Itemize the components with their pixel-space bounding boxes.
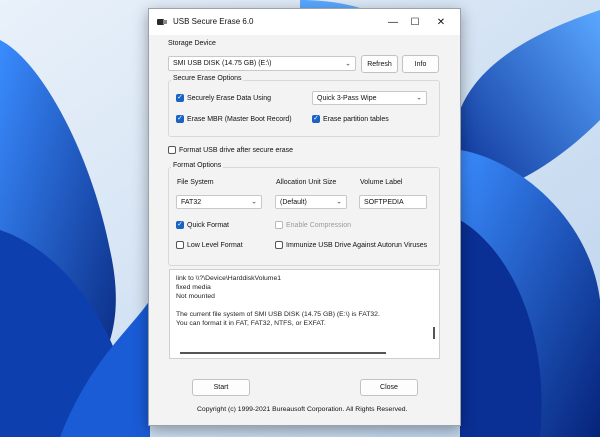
storage-device-value: SMI USB DISK (14.75 GB) (E:\): [173, 60, 272, 67]
erase-mbr-label: Erase MBR (Master Boot Record): [187, 115, 292, 123]
allocation-unit-size-select[interactable]: (Default) ⌄: [275, 195, 347, 209]
enable-compression-checkbox[interactable]: Enable Compression: [275, 221, 351, 229]
immunize-usb-label: Immunize USB Drive Against Autorun Virus…: [286, 241, 428, 249]
secure-erase-options-label: Secure Erase Options: [171, 75, 244, 82]
log-line: The current file system of SMI USB DISK …: [176, 311, 380, 318]
chevron-down-icon: ⌄: [345, 60, 351, 68]
checkbox-box: [275, 241, 283, 249]
file-system-select[interactable]: FAT32 ⌄: [176, 195, 262, 209]
chevron-down-icon: ⌄: [416, 94, 422, 102]
format-options-label: Format Options: [171, 162, 224, 169]
checkmark-icon: ✓: [176, 115, 184, 123]
vertical-scrollbar[interactable]: [433, 327, 435, 339]
checkmark-icon: ✓: [176, 94, 184, 102]
checkmark-icon: ✓: [312, 115, 320, 123]
erase-partition-tables-label: Erase partition tables: [323, 115, 389, 123]
immunize-usb-checkbox[interactable]: Immunize USB Drive Against Autorun Virus…: [275, 241, 427, 249]
format-after-erase-checkbox[interactable]: Format USB drive after secure erase: [168, 146, 293, 154]
low-level-format-checkbox[interactable]: Low Level Format: [176, 241, 243, 249]
checkmark-icon: ✓: [176, 221, 184, 229]
file-system-value: FAT32: [181, 198, 202, 206]
secure-erase-options-group: [168, 80, 440, 137]
chevron-down-icon: ⌄: [336, 198, 342, 206]
close-button[interactable]: Close: [360, 379, 418, 396]
securely-erase-label: Securely Erase Data Using: [187, 94, 272, 102]
erase-method-value: Quick 3-Pass Wipe: [317, 94, 377, 102]
log-output[interactable]: link to \\?\Device\HarddiskVolume1 fixed…: [169, 269, 440, 359]
erase-method-select[interactable]: Quick 3-Pass Wipe ⌄: [312, 91, 427, 105]
file-system-label: File System: [177, 179, 214, 186]
quick-format-label: Quick Format: [187, 221, 230, 229]
horizontal-scrollbar[interactable]: [180, 352, 386, 354]
refresh-button[interactable]: Refresh: [361, 55, 398, 73]
maximize-button[interactable]: ☐: [404, 13, 426, 31]
log-line: You can format it in FAT, FAT32, NTFS, o…: [176, 320, 326, 327]
securely-erase-checkbox[interactable]: ✓ Securely Erase Data Using: [176, 94, 271, 102]
window-title: USB Secure Erase 6.0: [173, 17, 254, 26]
app-window: USB Secure Erase 6.0 — ☐ ✕ Storage Devic…: [148, 8, 461, 426]
volume-label-input[interactable]: SOFTPEDIA: [359, 195, 427, 209]
format-after-erase-label: Format USB drive after secure erase: [179, 146, 293, 154]
volume-label-value: SOFTPEDIA: [364, 198, 404, 206]
minimize-button[interactable]: —: [382, 13, 404, 31]
storage-device-label: Storage Device: [168, 40, 216, 47]
storage-device-select[interactable]: SMI USB DISK (14.75 GB) (E:\) ⌄: [168, 56, 356, 71]
allocation-unit-size-value: (Default): [280, 198, 307, 206]
log-line: Not mounted: [176, 293, 215, 300]
allocation-unit-size-label: Allocation Unit Size: [276, 179, 337, 186]
log-line: fixed media: [176, 284, 211, 291]
title-bar[interactable]: USB Secure Erase 6.0 — ☐ ✕: [149, 9, 460, 35]
log-line: link to \\?\Device\HarddiskVolume1: [176, 275, 282, 282]
info-button[interactable]: Info: [402, 55, 439, 73]
checkbox-box: [168, 146, 176, 154]
chevron-down-icon: ⌄: [251, 198, 257, 206]
erase-partition-tables-checkbox[interactable]: ✓ Erase partition tables: [312, 115, 389, 123]
enable-compression-label: Enable Compression: [286, 221, 351, 229]
checkbox-box: [275, 221, 283, 229]
copyright-text: Copyright (c) 1999-2021 Bureausoft Corpo…: [197, 406, 408, 413]
volume-label-label: Volume Label: [360, 179, 403, 186]
checkbox-box: [176, 241, 184, 249]
erase-mbr-checkbox[interactable]: ✓ Erase MBR (Master Boot Record): [176, 115, 292, 123]
close-window-button[interactable]: ✕: [430, 13, 452, 31]
start-button[interactable]: Start: [192, 379, 250, 396]
usb-drive-icon: [157, 19, 167, 25]
low-level-format-label: Low Level Format: [187, 241, 243, 249]
quick-format-checkbox[interactable]: ✓ Quick Format: [176, 221, 229, 229]
